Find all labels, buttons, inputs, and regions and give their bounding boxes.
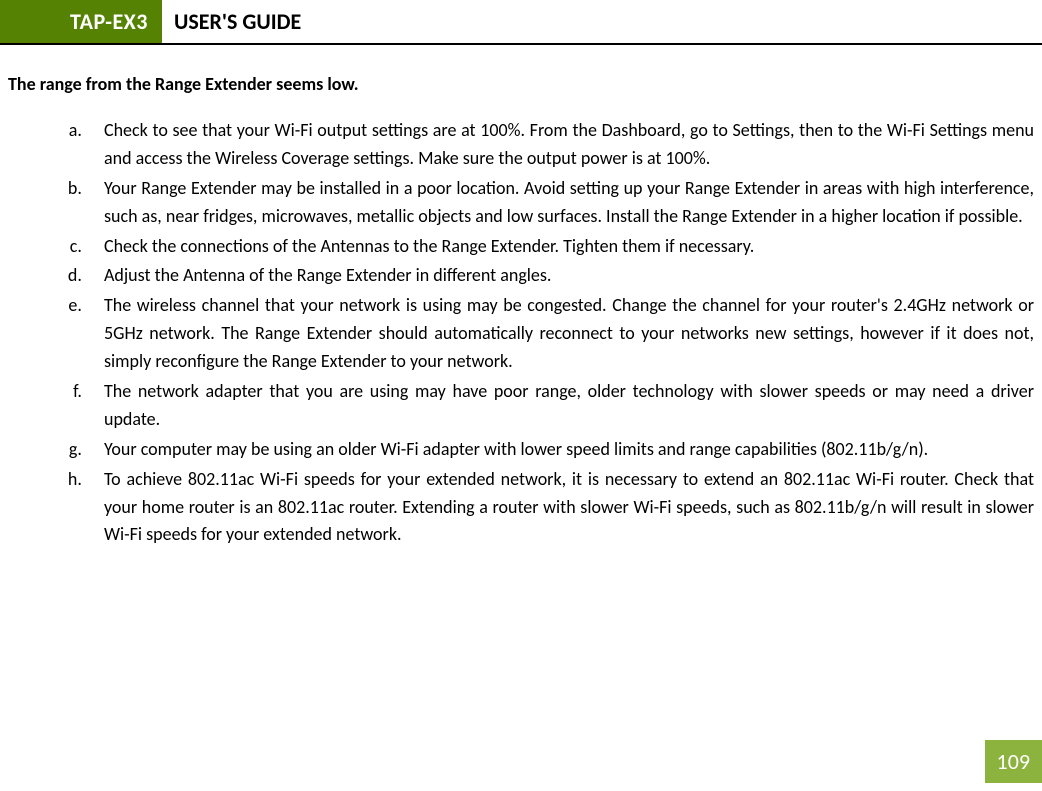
page-title: USER'S GUIDE bbox=[162, 0, 313, 43]
page-number: 109 bbox=[985, 740, 1042, 783]
list-item: Adjust the Antenna of the Range Extender… bbox=[86, 262, 1034, 290]
list-item: The wireless channel that your network i… bbox=[86, 292, 1034, 376]
troubleshoot-list: Check to see that your Wi-Fi output sett… bbox=[8, 117, 1034, 549]
section-title: The range from the Range Extender seems … bbox=[8, 73, 1034, 95]
list-item: Your computer may be using an older Wi-F… bbox=[86, 436, 1034, 464]
list-item: The network adapter that you are using m… bbox=[86, 378, 1034, 434]
list-item: To achieve 802.11ac Wi-Fi speeds for you… bbox=[86, 466, 1034, 550]
list-item: Check the connections of the Antennas to… bbox=[86, 233, 1034, 261]
product-badge: TAP-EX3 bbox=[0, 0, 162, 43]
list-item: Check to see that your Wi-Fi output sett… bbox=[86, 117, 1034, 173]
page-content: The range from the Range Extender seems … bbox=[0, 73, 1042, 549]
page-header: TAP-EX3 USER'S GUIDE bbox=[0, 0, 1042, 45]
list-item: Your Range Extender may be installed in … bbox=[86, 175, 1034, 231]
